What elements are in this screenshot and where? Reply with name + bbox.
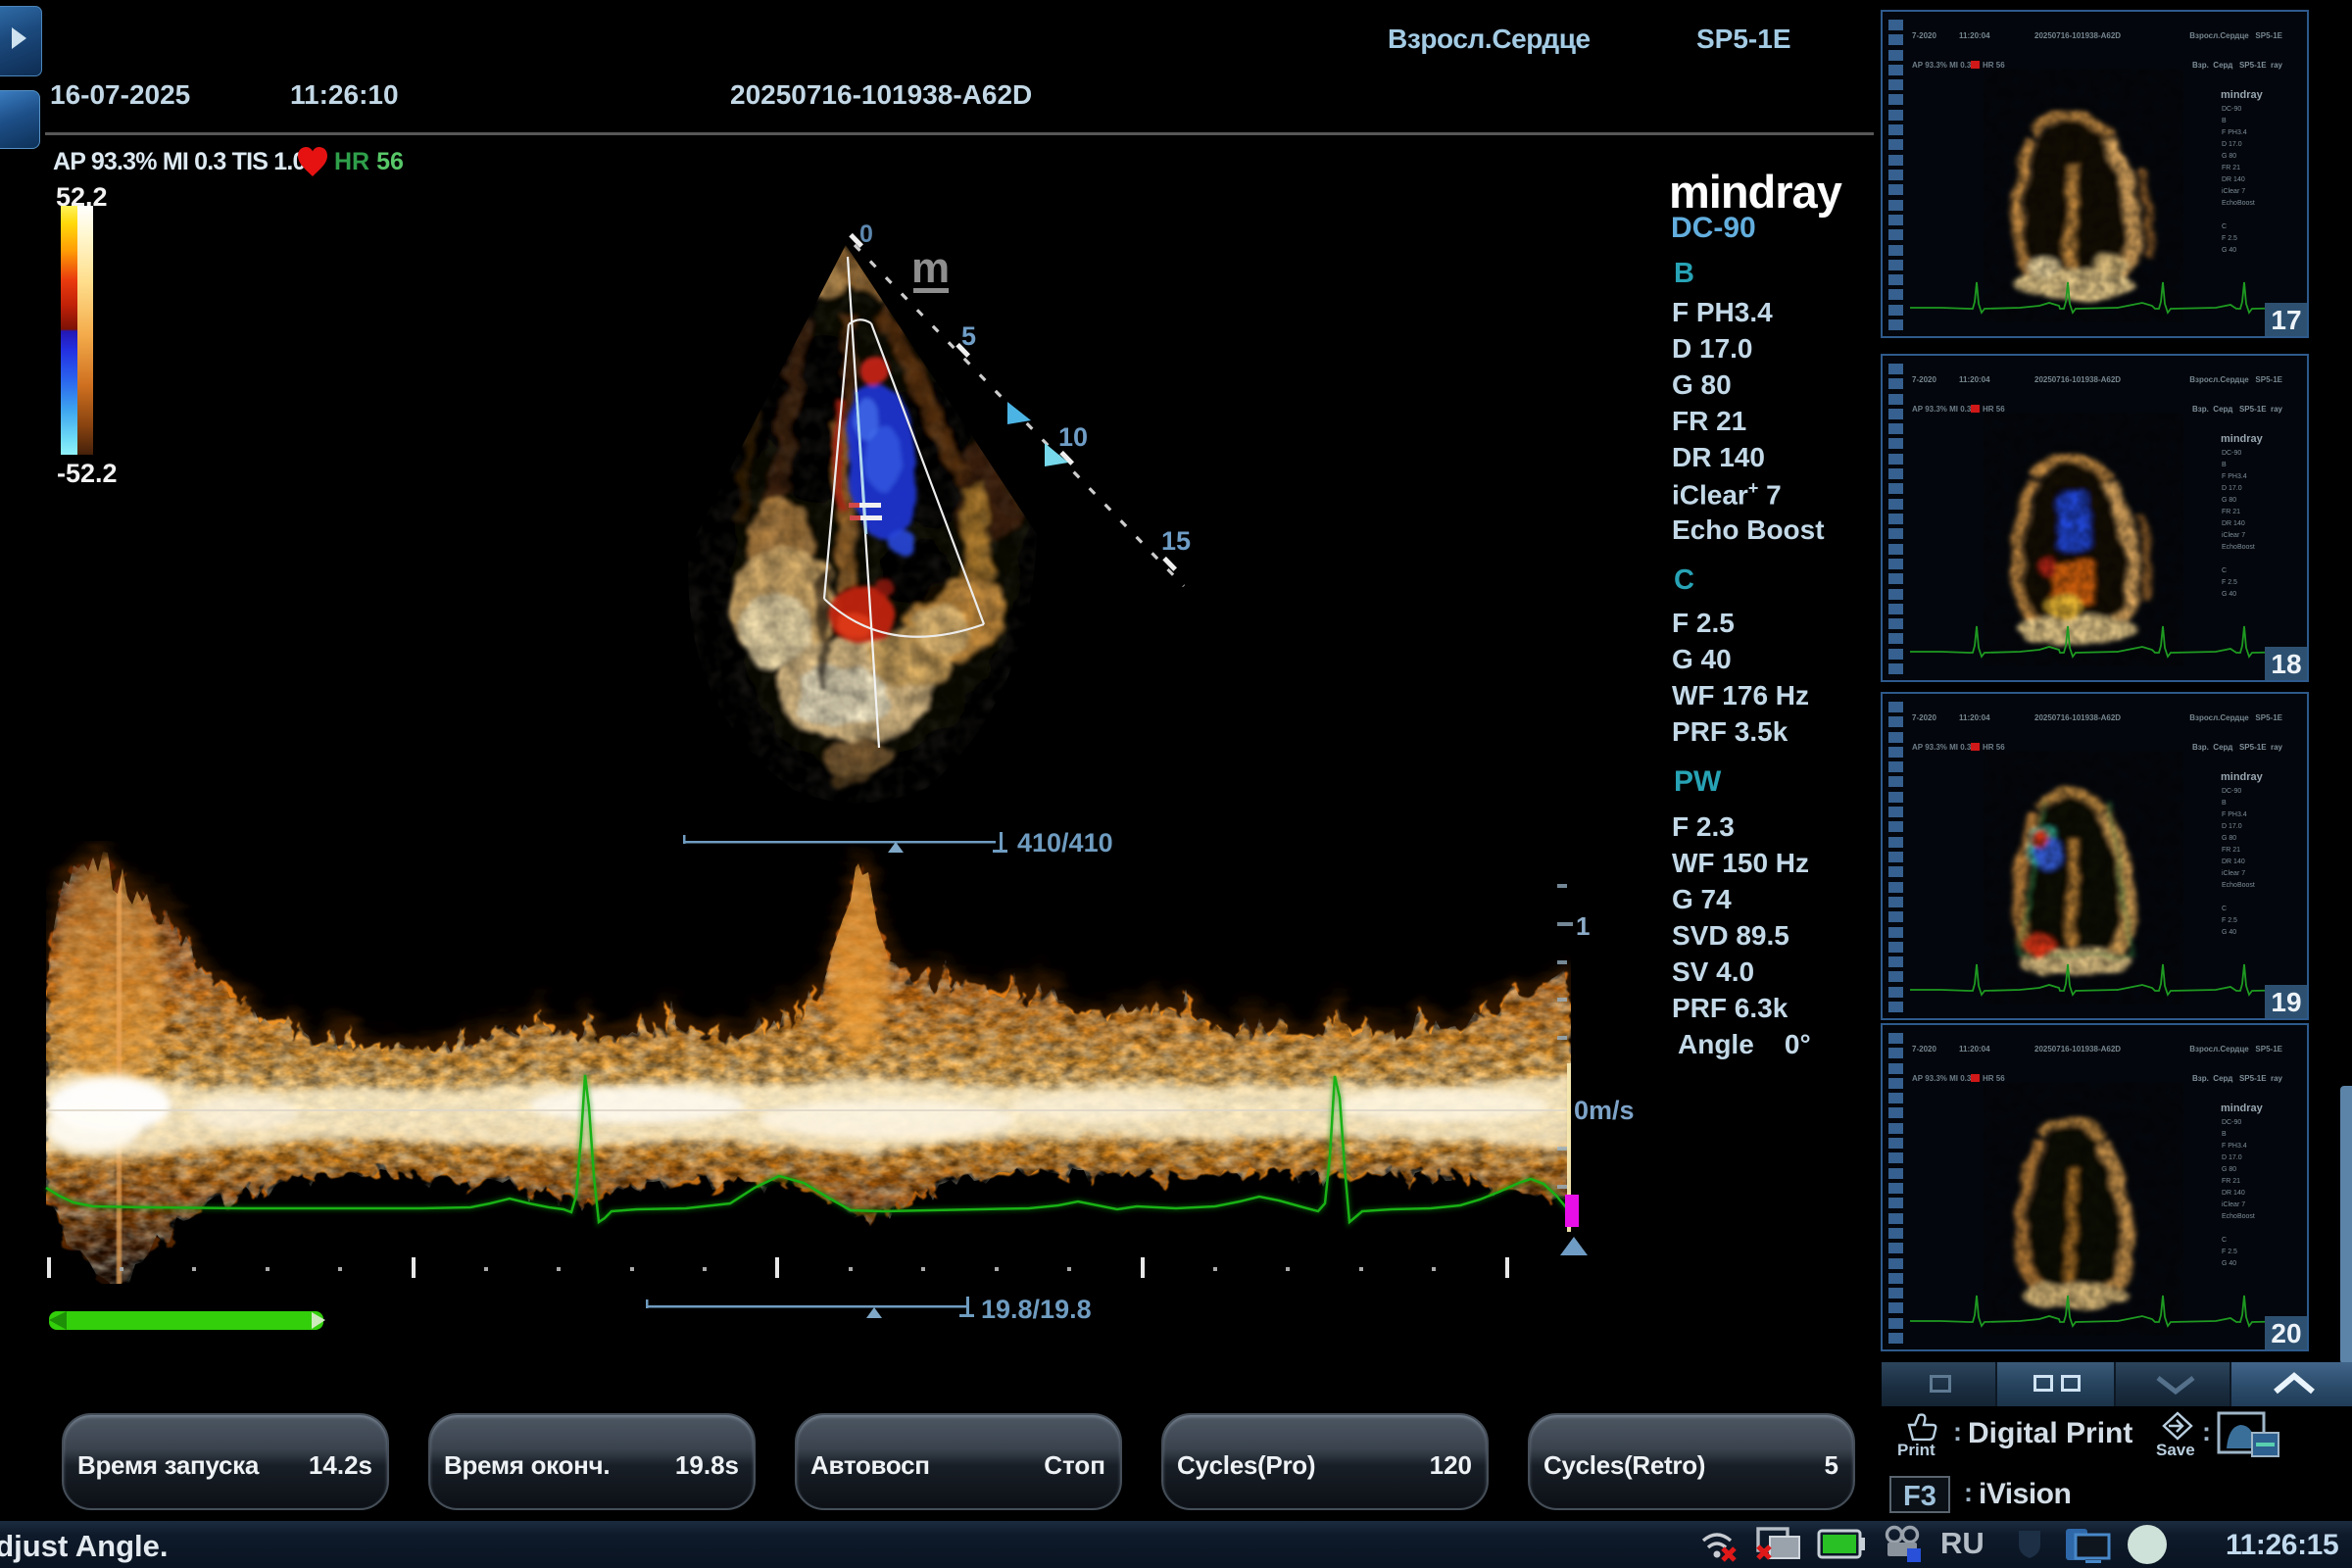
svg-text:HR 56: HR 56 [1983, 405, 2005, 414]
svg-text:AP 93.3% MI 0.3: AP 93.3% MI 0.3 [1912, 61, 1972, 70]
svg-text:mindray: mindray [2221, 89, 2264, 101]
svg-text:F 2.5: F 2.5 [2222, 917, 2237, 924]
svg-text:G 80: G 80 [2222, 835, 2236, 842]
svg-text:20: 20 [2271, 1318, 2301, 1348]
svg-text:D 17.0: D 17.0 [2222, 823, 2242, 830]
svg-text:0: 0 [859, 220, 873, 248]
svg-text:AP 93.3% MI 0.3: AP 93.3% MI 0.3 [1912, 743, 1972, 752]
svg-text:G 40: G 40 [2222, 929, 2236, 936]
svg-text:F PH3.4: F PH3.4 [2222, 1143, 2247, 1150]
svg-text:Взросл.Сердце SP5-1E: Взросл.Сердце SP5-1E [2189, 31, 2282, 40]
svg-text:Взросл.Сердце SP5-1E: Взросл.Сердце SP5-1E [2189, 1045, 2282, 1054]
svg-text:B: B [2222, 800, 2227, 807]
svg-text:410/410: 410/410 [1017, 828, 1113, 858]
svg-text:iClear 7: iClear 7 [2222, 1201, 2245, 1208]
svg-text:C: C [2222, 567, 2227, 574]
svg-text:G 40: G 40 [2222, 1260, 2236, 1267]
svg-text:17: 17 [2271, 305, 2301, 335]
svg-text:mindray: mindray [2221, 1102, 2264, 1114]
svg-text:iClear 7: iClear 7 [2222, 188, 2245, 195]
svg-text:F PH3.4: F PH3.4 [2222, 811, 2247, 818]
svg-text:DC-90: DC-90 [2222, 788, 2241, 795]
svg-text:B: B [2222, 1131, 2227, 1138]
svg-text:F PH3.4: F PH3.4 [2222, 129, 2247, 136]
svg-text:5: 5 [961, 321, 976, 351]
svg-text:20250716-101938-A62D: 20250716-101938-A62D [2034, 375, 2121, 384]
svg-text:DC-90: DC-90 [2222, 450, 2241, 457]
svg-text:Взр. Серд SP5-1E ray: Взр. Серд SP5-1E ray [2192, 61, 2283, 70]
svg-text:DC-90: DC-90 [2222, 1119, 2241, 1126]
svg-text:D 17.0: D 17.0 [2222, 1154, 2242, 1161]
svg-text:AP 93.3% MI 0.3: AP 93.3% MI 0.3 [1912, 1074, 1972, 1083]
svg-text:1: 1 [1576, 911, 1590, 941]
svg-text:DR 140: DR 140 [2222, 1190, 2245, 1197]
svg-text:G 80: G 80 [2222, 497, 2236, 504]
svg-text:m: m [911, 244, 950, 292]
svg-text:C: C [2222, 223, 2227, 230]
svg-text:FR 21: FR 21 [2222, 847, 2240, 854]
svg-text:FR 21: FR 21 [2222, 509, 2240, 515]
svg-text:iClear 7: iClear 7 [2222, 870, 2245, 877]
svg-text:15: 15 [1161, 526, 1191, 556]
svg-text:mindray: mindray [2221, 433, 2264, 445]
svg-text:20250716-101938-A62D: 20250716-101938-A62D [2034, 31, 2121, 40]
svg-text:11:20:04: 11:20:04 [1959, 713, 1990, 722]
svg-text:HR 56: HR 56 [1983, 1074, 2005, 1083]
svg-text:G 40: G 40 [2222, 591, 2236, 598]
svg-text:C: C [2222, 1237, 2227, 1244]
svg-text:B: B [2222, 462, 2227, 468]
svg-text:C: C [2222, 906, 2227, 912]
svg-text:Взр. Серд SP5-1E ray: Взр. Серд SP5-1E ray [2192, 1074, 2283, 1083]
svg-text:7-2020: 7-2020 [1912, 375, 1936, 384]
svg-text:B: B [2222, 118, 2227, 124]
svg-text:Взр. Серд SP5-1E ray: Взр. Серд SP5-1E ray [2192, 743, 2283, 752]
svg-text:F 2.5: F 2.5 [2222, 579, 2237, 586]
svg-text:7-2020: 7-2020 [1912, 1045, 1936, 1054]
svg-text:Взросл.Сердце SP5-1E: Взросл.Сердце SP5-1E [2189, 713, 2282, 722]
svg-text:F PH3.4: F PH3.4 [2222, 473, 2247, 480]
svg-text:20250716-101938-A62D: 20250716-101938-A62D [2034, 1045, 2121, 1054]
svg-text:19.8/19.8: 19.8/19.8 [981, 1295, 1092, 1324]
svg-text:mindray: mindray [2221, 771, 2264, 783]
svg-text:20250716-101938-A62D: 20250716-101938-A62D [2034, 713, 2121, 722]
svg-text:EchoBoost: EchoBoost [2222, 882, 2255, 889]
svg-text:7-2020: 7-2020 [1912, 713, 1936, 722]
svg-text:D 17.0: D 17.0 [2222, 141, 2242, 148]
svg-text:7-2020: 7-2020 [1912, 31, 1936, 40]
svg-text:HR 56: HR 56 [1983, 61, 2005, 70]
svg-text:DR 140: DR 140 [2222, 520, 2245, 527]
svg-text:G 80: G 80 [2222, 153, 2236, 160]
svg-text:FR 21: FR 21 [2222, 1178, 2240, 1185]
svg-text:G 40: G 40 [2222, 247, 2236, 254]
svg-text:EchoBoost: EchoBoost [2222, 200, 2255, 207]
svg-text:11:20:04: 11:20:04 [1959, 375, 1990, 384]
svg-text:0m/s: 0m/s [1574, 1096, 1635, 1125]
svg-text:11:20:04: 11:20:04 [1959, 31, 1990, 40]
svg-text:EchoBoost: EchoBoost [2222, 1213, 2255, 1220]
svg-text:iClear 7: iClear 7 [2222, 532, 2245, 539]
svg-text:D 17.0: D 17.0 [2222, 485, 2242, 492]
svg-text:11:20:04: 11:20:04 [1959, 1045, 1990, 1054]
svg-text:RU: RU [1940, 1526, 1984, 1560]
svg-text:DR 140: DR 140 [2222, 176, 2245, 183]
svg-text:EchoBoost: EchoBoost [2222, 544, 2255, 551]
svg-text:G 80: G 80 [2222, 1166, 2236, 1173]
svg-text:HR 56: HR 56 [1983, 743, 2005, 752]
svg-text:FR 21: FR 21 [2222, 165, 2240, 172]
svg-text:F 2.5: F 2.5 [2222, 235, 2237, 242]
svg-text:DC-90: DC-90 [2222, 106, 2241, 113]
svg-text:AP 93.3% MI 0.3: AP 93.3% MI 0.3 [1912, 405, 1972, 414]
svg-text:10: 10 [1058, 422, 1088, 452]
svg-text:Взросл.Сердце SP5-1E: Взросл.Сердце SP5-1E [2189, 375, 2282, 384]
svg-text:F 2.5: F 2.5 [2222, 1249, 2237, 1255]
svg-text:DR 140: DR 140 [2222, 858, 2245, 865]
svg-text:18: 18 [2271, 649, 2301, 679]
svg-text:Взр. Серд SP5-1E ray: Взр. Серд SP5-1E ray [2192, 405, 2283, 414]
svg-text:19: 19 [2271, 987, 2301, 1017]
